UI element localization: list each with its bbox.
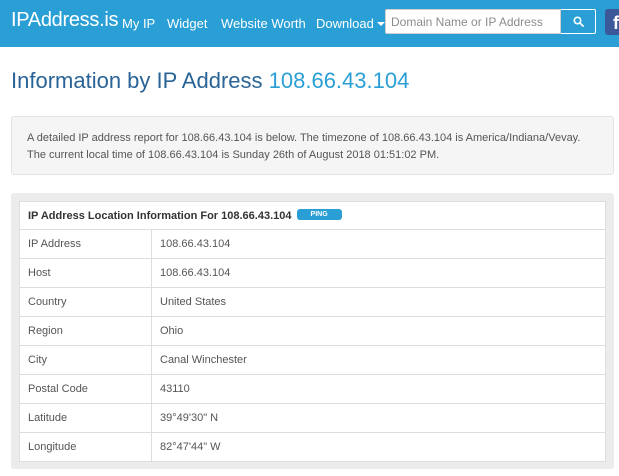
ping-button[interactable]: PING (296, 209, 342, 221)
table-header-label: IP Address Location Information For 108.… (28, 209, 292, 222)
table-row: Country United States (19, 287, 606, 317)
table-row: Region Ohio (19, 316, 606, 346)
row-label: Country (19, 287, 152, 317)
brand-logo[interactable]: IPAddress.is (11, 9, 118, 32)
table-row: IP Address 108.66.43.104 (19, 229, 606, 259)
top-navbar: IPAddress.is My IP Widget Website Worth … (0, 0, 619, 47)
table-row: Host 108.66.43.104 (19, 258, 606, 288)
row-value: 82°47'44" W (151, 432, 606, 462)
row-value: 39°49'30" N (151, 403, 606, 433)
row-label: Latitude (19, 403, 152, 433)
description-line-2: The current local time of 108.66.43.104 … (27, 149, 440, 161)
table-row: Postal Code 43110 (19, 374, 606, 404)
table-header: IP Address Location Information For 108.… (19, 201, 606, 230)
nav-my-ip[interactable]: My IP (122, 16, 155, 31)
info-panel: IP Address Location Information For 108.… (11, 193, 614, 469)
page-title: Information by IP Address 108.66.43.104 (11, 68, 409, 94)
row-value: 108.66.43.104 (151, 229, 606, 259)
row-label: Postal Code (19, 374, 152, 404)
row-label: City (19, 345, 152, 375)
search-input[interactable] (385, 9, 561, 34)
ip-info-table: IP Address Location Information For 108.… (19, 201, 606, 462)
row-label: IP Address (19, 229, 152, 259)
nav-website-worth[interactable]: Website Worth (221, 16, 306, 31)
row-value: 43110 (151, 374, 606, 404)
row-label: Region (19, 316, 152, 346)
table-header-row: IP Address Location Information For 108.… (19, 201, 606, 230)
table-row: Longitude 82°47'44" W (19, 432, 606, 462)
row-value: Canal Winchester (151, 345, 606, 375)
caret-down-icon (376, 21, 385, 26)
nav-widget[interactable]: Widget (167, 16, 207, 31)
row-value: 108.66.43.104 (151, 258, 606, 288)
row-label: Longitude (19, 432, 152, 462)
table-row: Latitude 39°49'30" N (19, 403, 606, 433)
facebook-icon: f (613, 13, 619, 33)
row-label: Host (19, 258, 152, 288)
search-icon (572, 16, 584, 27)
table-row: City Canal Winchester (19, 345, 606, 375)
description-line-1: A detailed IP address report for 108.66.… (27, 132, 581, 144)
page-title-ip: 108.66.43.104 (268, 68, 410, 93)
row-value: United States (151, 287, 606, 317)
facebook-button[interactable]: f (605, 9, 619, 35)
nav-download-label: Download (316, 16, 374, 31)
search-button[interactable] (561, 9, 596, 34)
description-box: A detailed IP address report for 108.66.… (11, 116, 614, 175)
nav-download-dropdown[interactable]: Download (316, 16, 385, 31)
page-title-prefix: Information by IP Address (11, 68, 263, 93)
row-value: Ohio (151, 316, 606, 346)
